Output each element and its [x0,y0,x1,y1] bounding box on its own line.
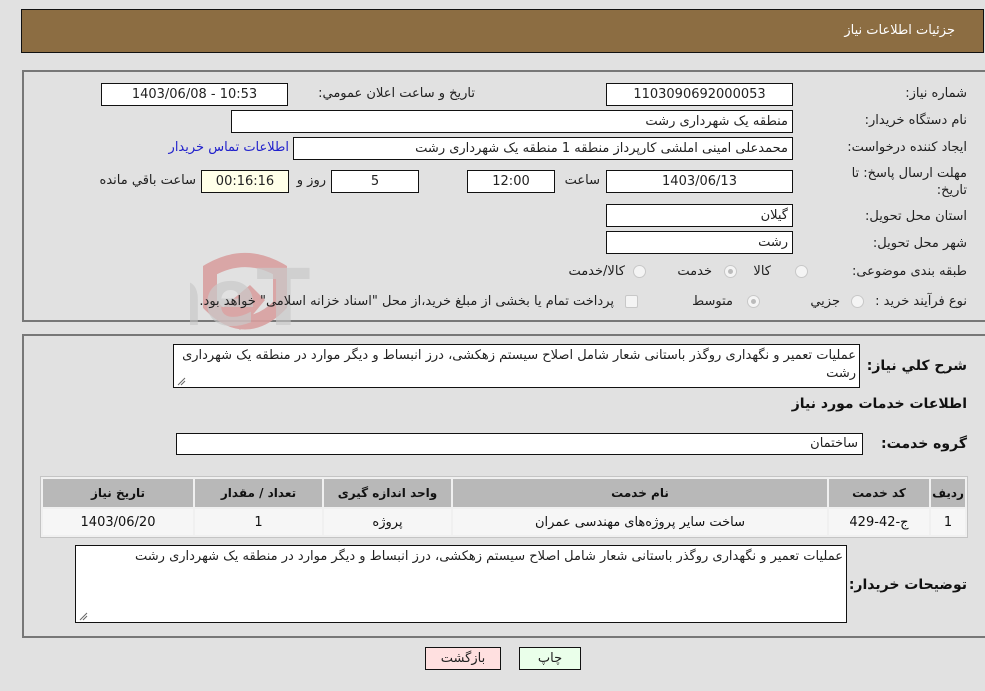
col-quantity: تعداد / مقدار [195,479,322,507]
service-group-field: ساختمان [176,433,863,455]
buyer-notes-label: توضیحات خریدار: [848,577,967,593]
treasury-note: پرداخت تمام یا بخشی از مبلغ خرید،از محل … [199,294,614,309]
category-option-goods-service: کالا/خدمت [568,264,625,279]
remaining-time-label: ساعت باقي مانده [99,173,196,188]
services-table: ردیف کد خدمت نام خدمت واحد اندازه گیری ت… [40,476,968,538]
col-service-name: نام خدمت [453,479,827,507]
process-option-minor: جزيي [810,294,840,309]
category-radio-goods-service[interactable] [633,265,646,278]
need-info-panel [22,70,985,322]
deadline-label-2: تاریخ: [936,183,967,198]
buyer-org-label: نام دستگاه خریدار: [864,113,967,128]
category-radio-goods[interactable] [795,265,808,278]
services-section-title: اطلاعات خدمات مورد نیاز [791,396,967,412]
deadline-date-field: 1403/06/13 [606,170,793,193]
announce-field: 1403/06/08 - 10:53 [101,83,288,106]
buyer-notes-textarea[interactable]: عملیات تعمیر و نگهداری روگذر باستانی شعا… [75,545,847,623]
creator-field: محمدعلی امینی املشی کارپرداز منطقه 1 منط… [293,137,793,160]
description-text: عملیات تعمیر و نگهداری روگذر باستانی شعا… [182,348,856,381]
remaining-time-field: 00:16:16 [201,170,289,193]
cell-unit: پروژه [324,509,451,535]
page-title: جزئیات اطلاعات نیاز [844,23,955,38]
category-option-goods: کالا [753,264,771,279]
cell-service-name: ساخت سایر پروژه‌های مهندسی عمران [453,509,827,535]
process-label: نوع فرآیند خرید : [875,294,967,309]
process-radio-medium[interactable] [747,295,760,308]
cell-service-code: ج-42-429 [829,509,929,535]
table-row: 1 ج-42-429 ساخت سایر پروژه‌های مهندسی عم… [43,509,965,535]
days-remaining-field: 5 [331,170,419,193]
description-label: شرح کلي نیاز: [866,358,967,374]
category-radio-service[interactable] [724,265,737,278]
page-header: جزئیات اطلاعات نیاز [21,9,984,53]
cell-need-date: 1403/06/20 [43,509,193,535]
deadline-label-1: مهلت ارسال پاسخ: تا [851,166,967,181]
table-header-row: ردیف کد خدمت نام خدمت واحد اندازه گیری ت… [43,479,965,507]
deadline-time-field: 12:00 [467,170,555,193]
col-row-number: ردیف [931,479,965,507]
need-number-field: 1103090692000053 [606,83,793,106]
announce-label: تاریخ و ساعت اعلان عمومي: [318,86,475,101]
print-button[interactable]: چاپ [519,647,581,670]
buyer-notes-text: عملیات تعمیر و نگهداری روگذر باستانی شعا… [135,549,843,564]
buyer-org-field: منطقه یک شهرداری رشت [231,110,793,133]
need-number-label: شماره نیاز: [905,86,967,101]
province-field: گیلان [606,204,793,227]
category-label: طبقه بندی موضوعی: [851,264,967,279]
resize-grip-icon[interactable] [176,376,186,386]
creator-label: ایجاد کننده درخواست: [847,140,967,155]
city-label: شهر محل تحویل: [872,236,967,251]
back-button[interactable]: بازگشت [425,647,501,670]
process-radio-minor[interactable] [851,295,864,308]
treasury-checkbox[interactable] [625,295,638,308]
cell-row-number: 1 [931,509,965,535]
buyer-contact-link[interactable]: اطلاعات تماس خریدار [169,140,289,155]
city-field: رشت [606,231,793,254]
col-unit: واحد اندازه گیری [324,479,451,507]
col-service-code: کد خدمت [829,479,929,507]
resize-grip-icon[interactable] [78,611,88,621]
process-option-medium: متوسط [692,294,733,309]
col-need-date: تاریخ نیاز [43,479,193,507]
service-group-label: گروه خدمت: [881,436,967,452]
category-option-service: خدمت [677,264,712,279]
description-textarea[interactable]: عملیات تعمیر و نگهداری روگذر باستانی شعا… [173,344,860,388]
deadline-time-label: ساعت [564,173,600,188]
cell-quantity: 1 [195,509,322,535]
province-label: استان محل تحویل: [865,209,967,224]
days-label: روز و [296,173,326,188]
